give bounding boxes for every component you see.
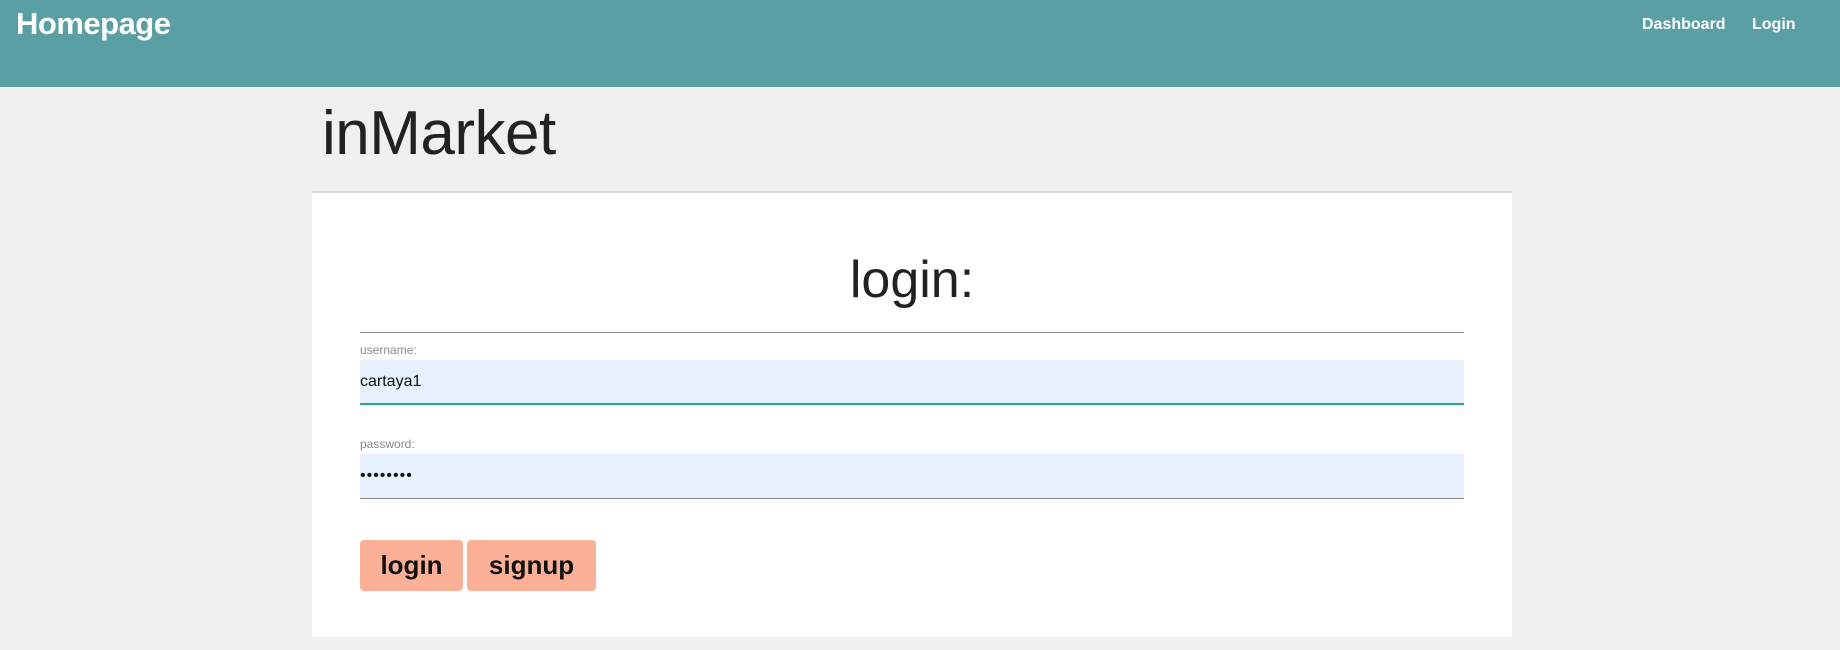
password-input[interactable] (360, 454, 1464, 499)
nav-dashboard-link[interactable]: Dashboard (1642, 16, 1726, 34)
password-label: password: (360, 437, 415, 451)
login-button[interactable]: login (360, 540, 463, 591)
username-label: username: (360, 343, 417, 357)
nav-login-link[interactable]: Login (1752, 16, 1796, 34)
signup-button[interactable]: signup (467, 540, 596, 591)
page-title: inMarket (322, 99, 556, 168)
login-heading: login: (849, 251, 975, 309)
heading-divider (360, 332, 1464, 333)
username-input[interactable] (360, 360, 1464, 405)
brand-link[interactable]: Homepage (16, 6, 171, 42)
top-navbar: Homepage Dashboard Login (0, 0, 1840, 87)
login-card: login: username: password: login signup (312, 193, 1512, 637)
